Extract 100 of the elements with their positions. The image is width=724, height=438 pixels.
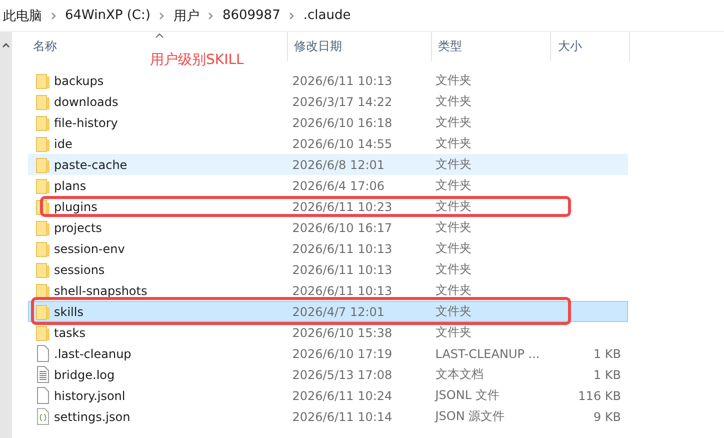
modified-date: 2026/6/11 10:14 <box>292 410 392 424</box>
file-name: .last-cleanup <box>54 346 132 360</box>
file-size: 1 KB <box>593 346 621 360</box>
file-type: 文件夹 <box>435 282 472 299</box>
modified-date: 2026/6/8 12:01 <box>292 158 385 172</box>
text-file-icon <box>36 366 50 383</box>
scrollbar[interactable] <box>0 32 12 438</box>
file-name: plans <box>54 178 86 192</box>
folder-icon <box>36 135 50 152</box>
file-row[interactable]: settings.json 2026/6/11 10:14 JSON 源文件 9 KB <box>28 406 628 427</box>
file-type: 文本文档 <box>435 366 484 383</box>
folder-icon <box>36 156 50 173</box>
file-row[interactable]: history.jsonl 2026/6/11 10:24 JSONL 文件 116 KB <box>28 385 628 406</box>
column-header[interactable]: 修改日期 <box>288 32 432 61</box>
file-name: backups <box>54 74 104 88</box>
file-name: tasks <box>54 326 86 340</box>
modified-date: 2026/6/10 17:19 <box>292 346 392 360</box>
modified-date: 2026/4/7 12:01 <box>292 304 385 318</box>
file-type: 文件夹 <box>435 156 472 173</box>
folder-icon <box>36 303 50 320</box>
file-name: paste-cache <box>54 158 128 172</box>
file-row[interactable]: file-history 2026/6/10 16:18 文件夹 <box>28 112 628 133</box>
modified-date: 2026/6/10 16:17 <box>292 220 392 234</box>
modified-date: 2026/6/11 10:13 <box>292 262 392 276</box>
file-type: 文件夹 <box>435 177 472 194</box>
modified-date: 2026/6/11 10:13 <box>292 74 392 88</box>
file-name: settings.json <box>54 410 130 424</box>
folder-icon <box>36 282 50 299</box>
chevron-icon <box>289 12 294 20</box>
modified-date: 2026/6/4 17:06 <box>292 178 385 192</box>
file-name: file-history <box>54 116 118 130</box>
file-row[interactable]: plugins 2026/6/11 10:23 文件夹 <box>28 196 628 217</box>
file-size: 1 KB <box>593 368 621 382</box>
file-row[interactable]: sessions 2026/6/11 10:13 文件夹 <box>28 259 628 280</box>
breadcrumb-item[interactable]: 64WinXP (C:) <box>65 8 150 23</box>
chevron-icon <box>208 12 214 20</box>
folder-icon <box>36 324 50 341</box>
folder-icon <box>36 114 50 131</box>
file-row[interactable]: .last-cleanup 2026/6/10 17:19 LAST-CLEANUP ... 1 KB <box>28 343 628 364</box>
file-row[interactable]: ide 2026/6/10 14:55 文件夹 <box>28 133 628 154</box>
file-row[interactable]: plans 2026/6/4 17:06 文件夹 <box>28 175 628 196</box>
chevron-icon <box>51 12 56 20</box>
file-type: JSON 源文件 <box>435 408 505 425</box>
file-row[interactable]: projects 2026/6/10 16:17 文件夹 <box>28 217 628 238</box>
file-type: 文件夹 <box>435 72 472 89</box>
file-name: plugins <box>54 200 98 214</box>
file-name: projects <box>54 220 102 234</box>
file-name: sessions <box>54 262 105 276</box>
file-name: ide <box>54 136 72 150</box>
breadcrumb-item[interactable]: .claude <box>303 8 351 23</box>
file-row[interactable]: bridge.log 2026/5/13 17:08 文本文档 1 KB <box>28 364 628 385</box>
file-type: 文件夹 <box>435 135 472 152</box>
breadcrumb-item[interactable]: 此电脑 <box>3 6 42 24</box>
file-type: JSONL 文件 <box>435 387 500 404</box>
breadcrumb-item[interactable]: 8609987 <box>222 8 280 23</box>
file-row[interactable]: paste-cache 2026/6/8 12:01 文件夹 <box>28 154 628 175</box>
sort-caret-icon <box>154 33 164 38</box>
file-type: 文件夹 <box>435 219 472 236</box>
chevron-icon <box>159 12 164 20</box>
file-row[interactable]: tasks 2026/6/10 15:38 文件夹 <box>28 322 628 343</box>
modified-date: 2026/6/10 14:55 <box>292 136 392 150</box>
file-name: downloads <box>54 94 118 108</box>
file-row[interactable]: backups 2026/6/11 10:13 文件夹 <box>28 70 628 91</box>
file-type: 文件夹 <box>435 198 472 215</box>
file-size: 116 KB <box>578 388 621 402</box>
file-name: shell-snapshots <box>54 284 148 298</box>
file-name: bridge.log <box>54 368 115 382</box>
file-type: 文件夹 <box>435 93 472 110</box>
folder-icon <box>36 219 50 236</box>
folder-icon <box>36 240 50 257</box>
file-row[interactable]: session-env 2026/6/11 10:13 文件夹 <box>28 238 628 259</box>
breadcrumb-item[interactable]: 用户 <box>173 6 200 24</box>
folder-icon <box>36 261 50 278</box>
file-type: 文件夹 <box>435 324 472 341</box>
json-file-icon <box>36 408 50 425</box>
file-type: 文件夹 <box>435 240 472 257</box>
file-name: session-env <box>54 242 125 256</box>
file-icon <box>36 387 50 404</box>
file-type: LAST-CLEANUP ... <box>435 346 540 360</box>
file-type: 文件夹 <box>435 303 472 320</box>
modified-date: 2026/5/13 17:08 <box>292 368 392 382</box>
modified-date: 2026/6/10 16:18 <box>292 116 392 130</box>
file-name: skills <box>54 304 84 318</box>
folder-icon <box>36 72 50 89</box>
modified-date: 2026/6/11 10:24 <box>292 388 392 402</box>
column-header[interactable]: 类型 <box>432 32 551 61</box>
file-name: history.jsonl <box>54 388 126 402</box>
file-icon <box>36 345 50 362</box>
modified-date: 2026/6/11 10:13 <box>292 242 392 256</box>
file-type: 文件夹 <box>435 261 472 278</box>
column-header[interactable]: 大小 <box>551 32 630 61</box>
scroll-up-icon[interactable] <box>2 42 10 48</box>
folder-icon <box>36 93 50 110</box>
folder-icon <box>36 177 50 194</box>
modified-date: 2026/6/11 10:13 <box>292 284 392 298</box>
modified-date: 2026/6/10 15:38 <box>292 326 392 340</box>
modified-date: 2026/6/11 10:23 <box>292 200 392 214</box>
modified-date: 2026/3/17 14:22 <box>292 94 392 108</box>
file-row[interactable]: shell-snapshots 2026/6/11 10:13 文件夹 <box>28 280 628 301</box>
file-row[interactable]: downloads 2026/3/17 14:22 文件夹 <box>28 91 628 112</box>
